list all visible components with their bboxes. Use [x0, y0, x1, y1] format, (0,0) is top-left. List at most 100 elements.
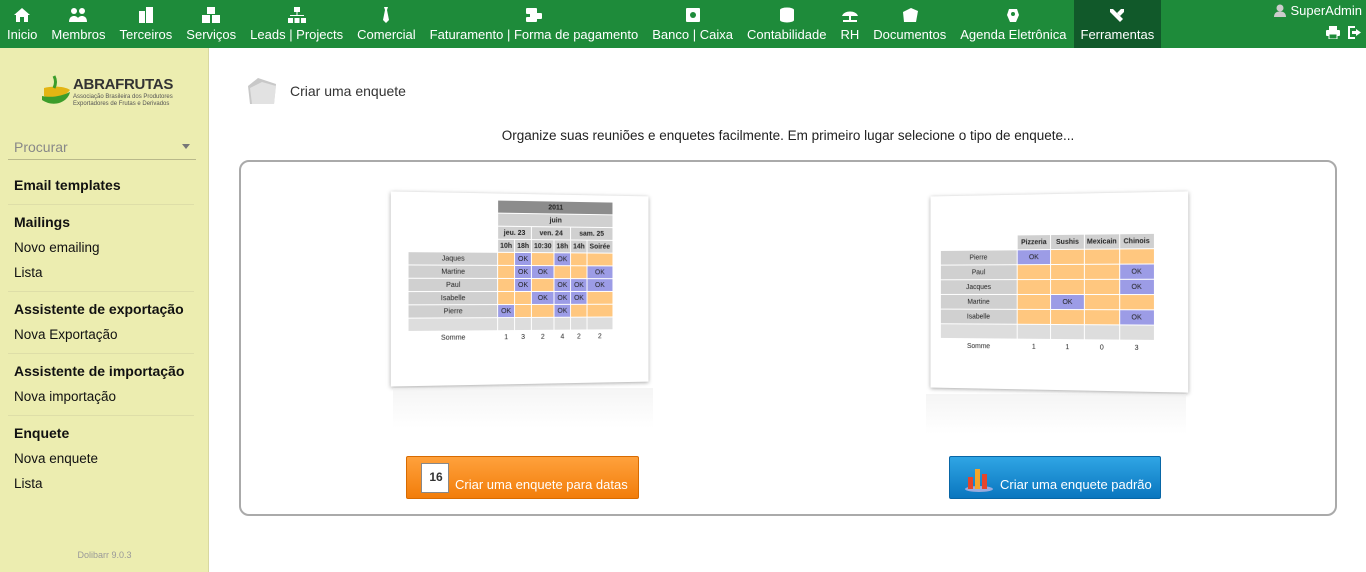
grid-vote-empty [587, 304, 613, 318]
nav-label: Comercial [357, 27, 416, 42]
main-content: Criar uma enquete Organize suas reuniões… [210, 48, 1366, 572]
grid-vote-empty [1017, 279, 1051, 295]
grid-vote-ok: OK [514, 265, 532, 279]
nav-item-comercial[interactable]: Comercial [350, 0, 423, 48]
nav-label: Ferramentas [1080, 27, 1155, 42]
logout-icon[interactable] [1348, 26, 1362, 39]
grid-participant: Isabelle [408, 291, 498, 305]
nav-item-rh[interactable]: RH [833, 0, 866, 48]
grid-corner [408, 198, 498, 214]
grid-sum: 2 [587, 329, 613, 343]
sidebar-nova-exportacao[interactable]: Nova Exportação [14, 322, 196, 347]
nav-label: Agenda Eletrônica [960, 27, 1067, 42]
print-icon[interactable] [1326, 26, 1340, 39]
nav-item-servi-os[interactable]: Serviços [179, 0, 243, 48]
grid-hour: Soirée [587, 240, 613, 254]
sidebar-enquete[interactable]: Enquete [14, 420, 196, 446]
grid-vote-empty [497, 252, 515, 266]
grid-checkbox [497, 317, 515, 331]
grid-checkbox [1084, 324, 1120, 341]
nav-item-ferramentas[interactable]: Ferramentas [1073, 0, 1162, 48]
grid-sum: 0 [1084, 339, 1120, 356]
grid-checkbox [1017, 324, 1051, 340]
grid-vote-empty [570, 265, 588, 279]
user-login[interactable]: SuperAdmin [1274, 3, 1362, 18]
grid-vote-empty [1084, 309, 1120, 325]
calendar-day: 16 [429, 469, 443, 484]
nav-label: RH [840, 27, 860, 42]
grid-vote-empty [514, 304, 532, 318]
version-label: Dolibarr 9.0.3 [77, 550, 132, 560]
grid-vote-ok: OK [554, 252, 571, 266]
intro-text: Organize suas reuniões e enquetes facilm… [501, 128, 1075, 143]
nav-item-faturamento-forma-de-pagamento[interactable]: Faturamento | Forma de pagamento [423, 0, 646, 48]
nav-item-leads-projects[interactable]: Leads | Projects [243, 0, 350, 48]
nav-label: Membros [51, 27, 106, 42]
search-label: Procurar [14, 138, 68, 155]
grid-vote-empty [1119, 248, 1155, 265]
grid-vote-empty [570, 252, 588, 266]
company-logo[interactable]: ABRAFRUTAS Associação Brasileira dos Pro… [40, 74, 173, 114]
sidebar-mailings[interactable]: Mailings [14, 209, 196, 235]
grid-checkbox [514, 317, 532, 331]
grid-vote-ok: OK [531, 291, 555, 305]
grid-vote-ok: OK [531, 265, 555, 279]
sidebar-email-templates[interactable]: Email templates [14, 172, 196, 198]
nav-item-membros[interactable]: Membros [44, 0, 112, 48]
nav-item-inicio[interactable]: Inicio [0, 0, 44, 48]
create-date-poll-button[interactable]: 16 Criar uma enquete para datas [406, 456, 639, 499]
sidebar-import[interactable]: Assistente de importação [14, 358, 196, 384]
nav-item-agenda-eletr-nica[interactable]: Agenda Eletrônica [953, 0, 1073, 48]
grid-vote-empty [1017, 294, 1051, 310]
grid-vote-empty [514, 291, 532, 305]
nav-item-contabilidade[interactable]: Contabilidade [740, 0, 834, 48]
grid-vote-empty [1050, 309, 1085, 325]
grid-vote-ok: OK [554, 304, 571, 318]
grid-sum: 4 [554, 330, 571, 344]
nav-item-banco-caixa[interactable]: Banco | Caixa [645, 0, 740, 48]
tools-icon [1108, 7, 1126, 23]
user-name: SuperAdmin [1290, 3, 1362, 18]
grid-hour: 10h [497, 239, 515, 253]
grid-option: Chinois [1119, 233, 1155, 249]
sidebar-nova-enquete[interactable]: Nova enquete [14, 446, 196, 471]
sidebar-lista-enquete[interactable]: Lista [14, 471, 196, 496]
grid-participant: Jacques [940, 279, 1018, 295]
sidebar-nova-importacao[interactable]: Nova importação [14, 384, 196, 409]
grid-vote-empty [570, 304, 588, 318]
home-icon [13, 7, 31, 23]
folder-icon [248, 78, 276, 104]
boxes-icon [202, 7, 221, 23]
nav-label: Documentos [873, 27, 947, 42]
standard-poll-grid: Pizzeria Sushis Mexicain Chinois Pierre OK Pau… [940, 233, 1155, 356]
grid-vote-ok: OK [497, 304, 515, 318]
grid-participant: Jaques [408, 251, 498, 266]
tie-icon [377, 7, 395, 23]
page-header: Criar uma enquete [246, 76, 406, 106]
nav-item-terceiros[interactable]: Terceiros [113, 0, 180, 48]
grid-sum-label: Somme [408, 330, 498, 345]
sidebar-export[interactable]: Assistente de exportação [14, 296, 196, 322]
grid-vote-empty [531, 278, 555, 292]
preview-reflection [926, 394, 1186, 434]
grid-participant: Pierre [408, 304, 498, 319]
date-poll-grid: 2011 juin jeu. 23 ven. 24 sam. 25 10h 18h 10:30… [407, 198, 613, 345]
building-icon [137, 7, 155, 23]
grid-hour: 14h [570, 239, 588, 253]
nav-label: Serviços [186, 27, 237, 42]
grid-sum-label: Somme [940, 338, 1018, 355]
sidebar-novo-emailing[interactable]: Novo emailing [14, 235, 196, 260]
members-icon [69, 7, 88, 23]
search-select[interactable]: Procurar [8, 134, 196, 160]
nav-item-documentos[interactable]: Documentos [866, 0, 953, 48]
divider [8, 415, 194, 416]
grid-vote-empty [587, 291, 613, 305]
divider [8, 204, 194, 205]
grid-hour: 10:30 [531, 239, 555, 253]
standard-poll-preview: Pizzeria Sushis Mexicain Chinois Pierre OK Pau… [930, 191, 1189, 393]
grid-sum: 2 [570, 329, 588, 343]
grid-vote-empty [1050, 279, 1085, 295]
grid-name-input [940, 323, 1018, 340]
create-standard-poll-button[interactable]: Criar uma enquete padrão [949, 456, 1161, 499]
sidebar-lista-mailings[interactable]: Lista [14, 260, 196, 285]
